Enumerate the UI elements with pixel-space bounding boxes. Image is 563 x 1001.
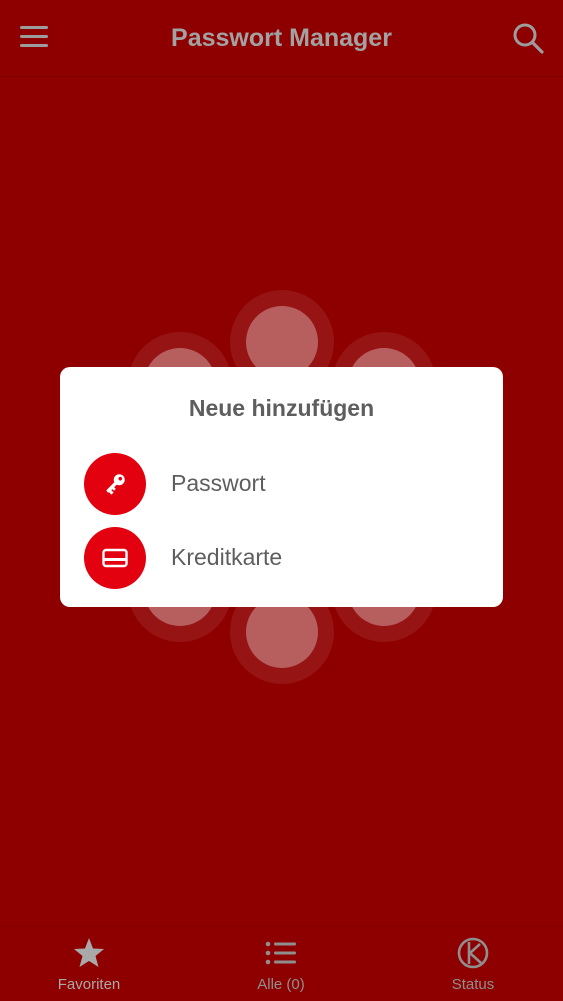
page-title: Passwort Manager [171, 24, 392, 52]
add-credit-card-option[interactable]: Kreditkarte [84, 527, 484, 589]
app-header: Passwort Manager [0, 0, 563, 77]
bottom-tab-bar: Favoriten Alle (0) Status [0, 926, 563, 1001]
tab-status[interactable]: Status [413, 927, 533, 1001]
tab-label: Favoriten [57, 976, 121, 993]
tab-label: Status [451, 976, 495, 993]
search-icon[interactable] [510, 20, 546, 56]
tab-label: Alle (0) [257, 976, 305, 993]
list-icon [264, 936, 298, 970]
key-icon [84, 453, 146, 515]
status-icon [456, 936, 490, 970]
dialog-title: Neue hinzufügen [188, 395, 375, 421]
credit-card-icon [84, 527, 146, 589]
option-label: Kreditkarte [171, 544, 283, 570]
tab-alle[interactable]: Alle (0) [221, 927, 341, 1001]
tab-favoriten[interactable]: Favoriten [29, 927, 149, 1001]
option-label: Passwort [171, 470, 266, 496]
add-password-option[interactable]: Passwort [84, 453, 484, 515]
add-new-dialog: Neue hinzufügen Passwort Kreditkarte [60, 367, 503, 607]
star-icon [72, 936, 106, 970]
